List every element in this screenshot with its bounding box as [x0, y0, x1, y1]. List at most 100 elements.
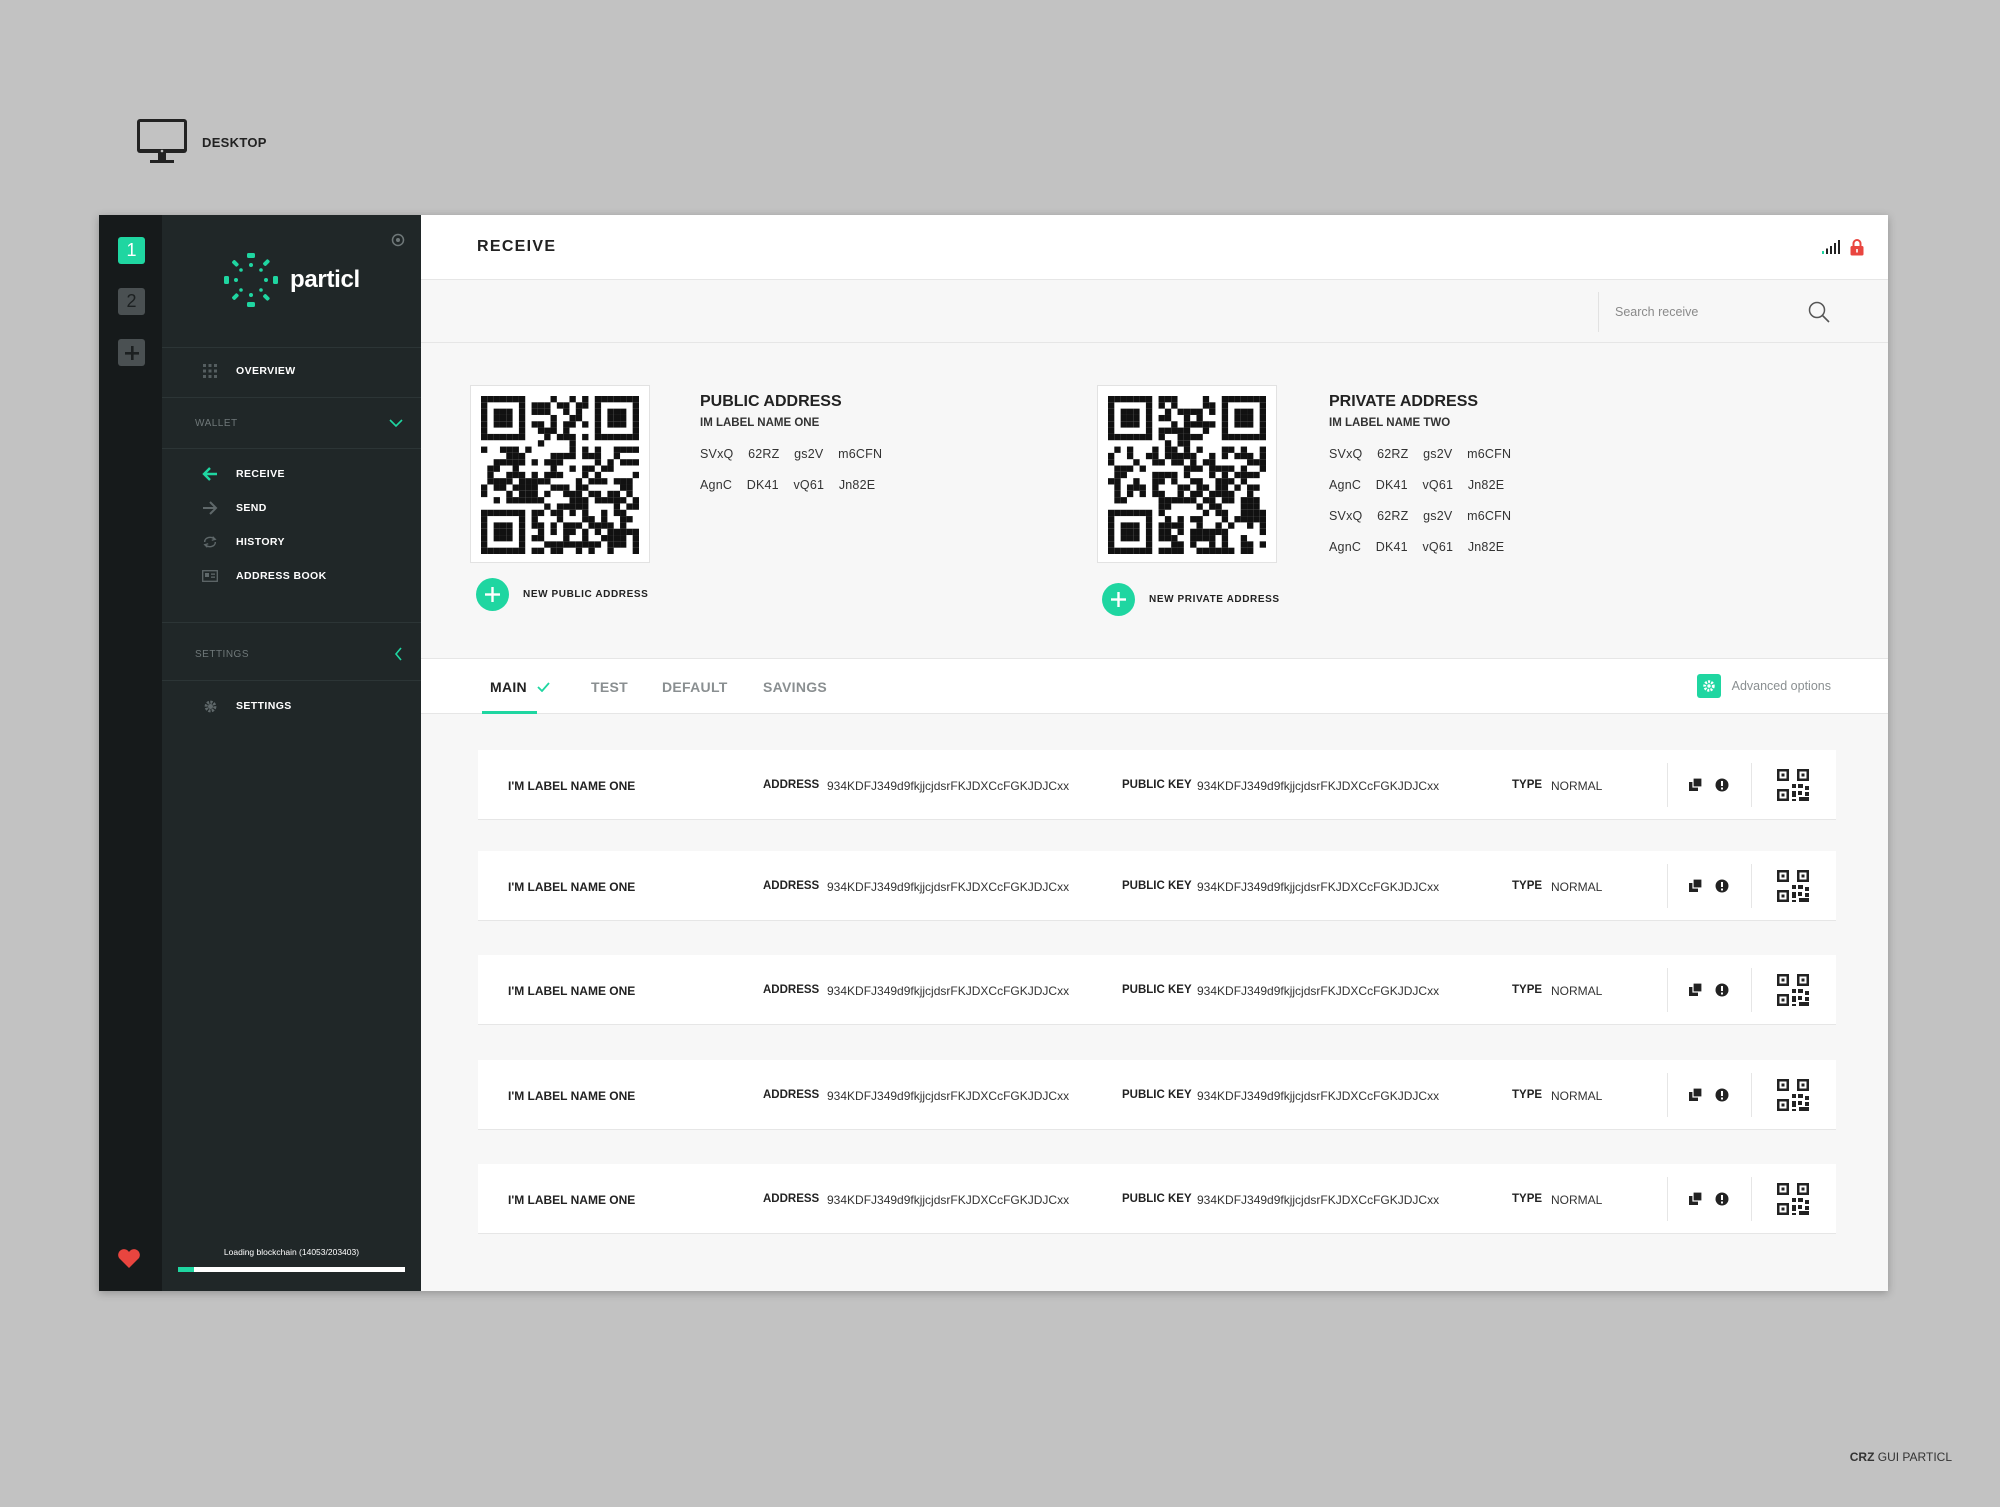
qr-code-icon[interactable] [1777, 974, 1809, 1006]
check-icon [537, 681, 550, 692]
new-public-address-label: NEW PUBLIC ADDRESS [523, 589, 649, 600]
nav-settings[interactable]: SETTINGS [202, 696, 292, 716]
type-value: NORMAL [1551, 779, 1603, 793]
public-key-value: 934KDFJ349d9fkjjcjdsrFKJDXCcFGKJDJCxx [1197, 880, 1440, 894]
new-private-address-button[interactable]: NEW PRIVATE ADDRESS [1102, 583, 1280, 616]
row-divider [1667, 864, 1668, 908]
cog-icon [202, 699, 218, 713]
table-row[interactable]: I'M LABEL NAME ONE ADDRESS 934KDFJ349d9fkj… [478, 1060, 1836, 1130]
copy-icon[interactable] [1689, 879, 1703, 893]
address-key: ADDRESS [763, 880, 820, 892]
new-private-address-label: NEW PRIVATE ADDRESS [1149, 594, 1280, 605]
chevron-left-icon [394, 647, 402, 661]
nav-send-label: SEND [236, 502, 267, 514]
public-key-key: PUBLIC KEY [1122, 1193, 1192, 1205]
type-key: TYPE [1512, 984, 1543, 996]
nav-receive[interactable]: RECEIVE [202, 464, 285, 484]
wallet-2-button[interactable]: 2 [118, 288, 145, 315]
qr-code-icon[interactable] [1777, 870, 1809, 902]
advanced-options-button[interactable]: Advanced options [1696, 674, 1831, 698]
private-address-line: AgnC DK41 vQ61 Jn82E [1329, 540, 1505, 554]
signal-icon[interactable] [1822, 240, 1840, 254]
search-input[interactable] [1615, 305, 1785, 319]
top-bar: RECEIVE [421, 215, 1888, 280]
row-label: I'M LABEL NAME ONE [508, 1089, 636, 1103]
public-key-key: PUBLIC KEY [1122, 1089, 1192, 1101]
loading-progress-fill [178, 1267, 194, 1272]
settings-icon [1696, 674, 1721, 698]
device-label: DESKTOP [202, 134, 267, 150]
type-key: TYPE [1512, 1089, 1543, 1101]
tab-test[interactable]: TEST [591, 659, 628, 714]
search-icon[interactable] [1808, 301, 1830, 323]
type-value: NORMAL [1551, 880, 1603, 894]
status-icons [1822, 238, 1864, 256]
chevron-down-icon [389, 419, 403, 428]
nav-address-book-label: ADDRESS BOOK [236, 570, 327, 582]
page-title: RECEIVE [477, 238, 557, 255]
info-icon[interactable] [1715, 1088, 1729, 1102]
address-key: ADDRESS [763, 984, 820, 996]
table-row[interactable]: I'M LABEL NAME ONE ADDRESS 934KDFJ349d9fkj… [478, 851, 1836, 921]
plus-icon [124, 345, 139, 360]
address-value: 934KDFJ349d9fkjjcjdsrFKJDXCcFGKJDJCxx [827, 984, 1070, 998]
address-card-icon [202, 569, 218, 583]
address-value: 934KDFJ349d9fkjjcjdsrFKJDXCcFGKJDJCxx [827, 1089, 1070, 1103]
settings-group-label: SETTINGS [195, 648, 250, 660]
nav-overview[interactable]: OVERVIEW [202, 361, 296, 381]
nav-address-book[interactable]: ADDRESS BOOK [202, 566, 327, 586]
info-icon[interactable] [1715, 778, 1729, 792]
public-key-value: 934KDFJ349d9fkjjcjdsrFKJDXCcFGKJDJCxx [1197, 779, 1440, 793]
address-key: ADDRESS [763, 1089, 820, 1101]
row-divider [1751, 763, 1752, 807]
row-label: I'M LABEL NAME ONE [508, 1193, 636, 1207]
qr-code-icon[interactable] [1777, 769, 1809, 801]
copy-icon[interactable] [1689, 778, 1703, 792]
table-row[interactable]: I'M LABEL NAME ONE ADDRESS 934KDFJ349d9fkj… [478, 1164, 1836, 1234]
gear-icon[interactable] [391, 233, 405, 247]
info-icon[interactable] [1715, 879, 1729, 893]
info-icon[interactable] [1715, 983, 1729, 997]
wallet-group-label: WALLET [195, 418, 238, 429]
advanced-options-label: Advanced options [1731, 679, 1831, 693]
wallet-1-button[interactable]: 1 [118, 237, 145, 264]
wallet-group-toggle[interactable]: WALLET [195, 418, 403, 429]
particl-logo: particl [222, 251, 360, 309]
private-address-line: SVxQ 62RZ gs2V m6CFN [1329, 447, 1512, 461]
copy-icon[interactable] [1689, 1088, 1703, 1102]
app-window: 1 2 particl OVERVIEW WALLET RECEIVE SEND… [99, 215, 1888, 1291]
table-row[interactable]: I'M LABEL NAME ONE ADDRESS 934KDFJ349d9fkj… [478, 955, 1836, 1025]
settings-group-toggle[interactable]: SETTINGS [195, 647, 403, 661]
particl-logo-icon [224, 253, 278, 307]
copy-icon[interactable] [1689, 983, 1703, 997]
public-key-key: PUBLIC KEY [1122, 880, 1192, 892]
nav-history[interactable]: HISTORY [202, 532, 285, 552]
search-box [1598, 292, 1888, 332]
qr-code-icon[interactable] [1777, 1079, 1809, 1111]
add-wallet-button[interactable] [118, 339, 145, 366]
private-address-qr-code [1097, 385, 1277, 563]
address-value: 934KDFJ349d9fkjjcjdsrFKJDXCcFGKJDJCxx [827, 880, 1070, 894]
address-value: 934KDFJ349d9fkjjcjdsrFKJDXCcFGKJDJCxx [827, 779, 1070, 793]
tab-savings[interactable]: SAVINGS [763, 659, 827, 714]
qr-code-icon[interactable] [1777, 1183, 1809, 1215]
sidebar: particl OVERVIEW WALLET RECEIVE SEND HIS… [162, 215, 421, 1291]
public-key-value: 934KDFJ349d9fkjjcjdsrFKJDXCcFGKJDJCxx [1197, 1089, 1440, 1103]
info-icon[interactable] [1715, 1192, 1729, 1206]
heart-icon[interactable] [117, 1249, 141, 1269]
copy-icon[interactable] [1689, 1192, 1703, 1206]
public-key-key: PUBLIC KEY [1122, 779, 1192, 791]
new-public-address-button[interactable]: NEW PUBLIC ADDRESS [476, 578, 648, 611]
credit: CRZ GUI PARTICL [1849, 1450, 1952, 1464]
tab-default[interactable]: DEFAULT [662, 659, 728, 714]
row-divider [1751, 1177, 1752, 1221]
lock-icon[interactable] [1850, 238, 1864, 256]
tab-main[interactable]: MAIN [490, 659, 550, 714]
nav-send[interactable]: SEND [202, 498, 267, 518]
plus-circle-icon [1102, 583, 1135, 616]
search-bar [421, 280, 1888, 343]
table-row[interactable]: I'M LABEL NAME ONE ADDRESS 934KDFJ349d9fkj… [478, 750, 1836, 820]
private-address-label: IM LABEL NAME TWO [1329, 417, 1451, 429]
tab-bar: MAIN TEST DEFAULT SAVINGS Advanced optio… [421, 658, 1888, 714]
row-divider [1667, 1177, 1668, 1221]
